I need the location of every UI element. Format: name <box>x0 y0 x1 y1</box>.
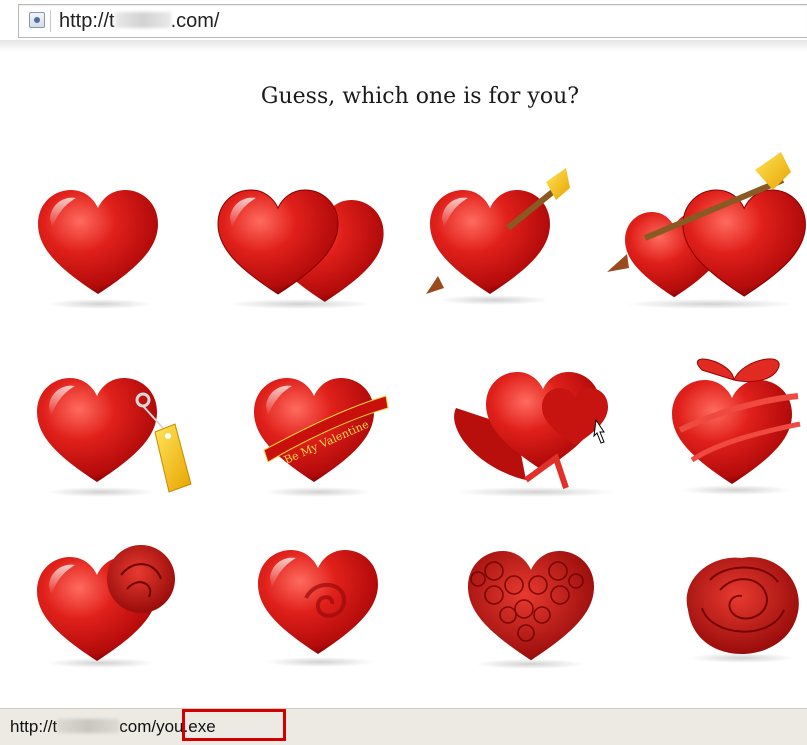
status-mid: co <box>119 717 138 736</box>
heart-gift-box-icon[interactable] <box>446 368 626 503</box>
url-suffix: .com/ <box>170 10 220 32</box>
status-redacted <box>57 719 120 733</box>
heart-ribbon-icon[interactable] <box>672 350 807 500</box>
heart-arrow-icon[interactable] <box>426 168 578 310</box>
rose-heart-icon[interactable] <box>464 545 599 675</box>
address-bar[interactable]: http://t .com/ <box>18 4 807 38</box>
url-text[interactable]: http://t .com/ <box>59 10 220 33</box>
heart-swirl-icon[interactable] <box>256 548 386 673</box>
rose-icon[interactable] <box>680 550 805 670</box>
exe-highlight-box <box>182 709 286 741</box>
page-favicon-icon <box>29 12 45 28</box>
heart-rose-icon[interactable] <box>37 545 177 675</box>
heart-tag-icon[interactable] <box>37 378 197 503</box>
double-heart-arrow-icon[interactable] <box>605 150 806 315</box>
url-redacted <box>114 12 171 28</box>
url-prefix: http://t <box>59 10 115 32</box>
favicon-separator <box>50 10 51 32</box>
heart-icon[interactable] <box>38 190 164 315</box>
status-bar: http://t com/you.exe <box>0 708 807 745</box>
page-title: Guess, which one is for you? <box>260 84 580 109</box>
heart-banner-icon[interactable]: Be My Valentine <box>254 378 389 503</box>
browser-address-area: http://t .com/ <box>0 0 807 52</box>
toolbar-shadow <box>0 40 807 52</box>
status-prefix: http://t <box>10 717 58 736</box>
double-heart-icon[interactable] <box>217 189 384 315</box>
